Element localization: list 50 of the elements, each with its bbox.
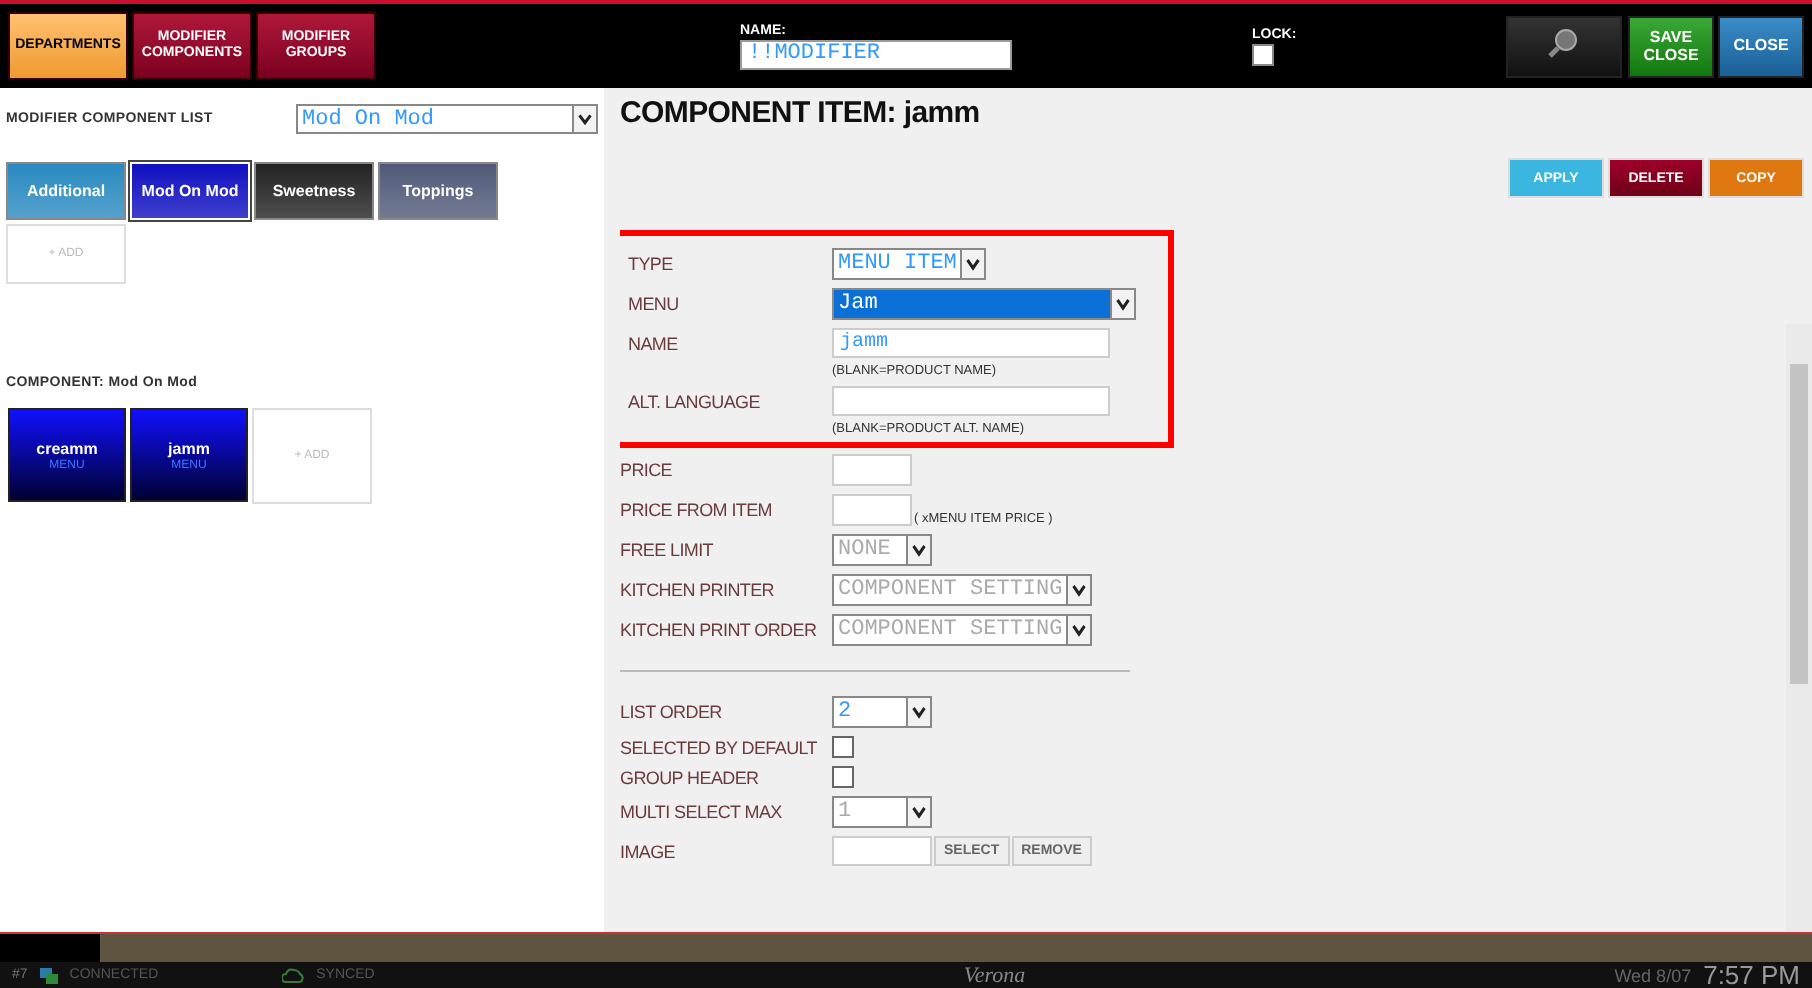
cloud-icon <box>282 967 305 983</box>
group-button[interactable]: Mod On Mod <box>130 162 250 220</box>
save-close-button[interactable]: SAVE CLOSE <box>1628 15 1714 77</box>
field-label: KITCHEN PRINTER <box>620 580 777 600</box>
checkbox[interactable] <box>832 766 854 788</box>
field-label: FREE LIMIT <box>620 540 716 560</box>
caret-icon <box>906 536 930 564</box>
close-button[interactable]: CLOSE <box>1718 15 1804 77</box>
search-button[interactable] <box>1506 15 1622 77</box>
price-field[interactable] <box>832 494 912 526</box>
group-button[interactable]: Toppings <box>378 162 498 220</box>
field-label: IMAGE <box>620 841 678 861</box>
dropdown[interactable]: MENU ITEM <box>832 248 987 280</box>
field-label: PRICE FROM ITEM <box>620 500 774 520</box>
checkbox[interactable] <box>832 736 854 758</box>
field-label: NAME <box>628 333 680 353</box>
field-label: PRICE <box>620 460 675 480</box>
caret-icon <box>960 250 985 278</box>
clock-time: 7:57 PM <box>1703 960 1801 988</box>
field-label: MENU <box>628 294 681 314</box>
date-text: Wed 8/07 <box>1614 965 1692 985</box>
caret-icon <box>906 698 930 726</box>
field-label: SELECTED BY DEFAULT <box>620 737 819 757</box>
dropdown[interactable]: Jam <box>832 288 1136 320</box>
group-button[interactable]: Sweetness <box>254 162 374 220</box>
field-label: LIST ORDER <box>620 702 724 722</box>
group-button[interactable]: Additional <box>6 162 126 220</box>
name-field[interactable]: !!MODIFIER <box>740 39 1012 69</box>
price-field[interactable] <box>832 454 912 486</box>
lock-checkbox[interactable] <box>1252 43 1274 65</box>
caret-icon <box>1066 576 1091 604</box>
item-title: COMPONENT ITEM: jamm <box>620 96 982 130</box>
field-label: TYPE <box>628 254 675 274</box>
network-icon <box>39 966 58 984</box>
caret-icon <box>572 106 596 132</box>
scrollbar[interactable] <box>1786 324 1812 932</box>
caret-icon <box>1110 290 1134 318</box>
field-label: KITCHEN PRINT ORDER <box>620 620 819 640</box>
dropdown[interactable]: 2 <box>832 696 932 728</box>
field-label: MULTI SELECT MAX <box>620 802 784 822</box>
image-field[interactable] <box>832 836 932 866</box>
field-label: GROUP HEADER <box>620 767 761 787</box>
caret-icon <box>906 798 930 826</box>
text-field[interactable] <box>832 386 1110 416</box>
field-label: ALT. LANGUAGE <box>628 391 762 411</box>
text-field[interactable]: jamm <box>832 328 1110 358</box>
component-list-dropdown[interactable]: Mod On Mod <box>296 104 598 134</box>
search-icon <box>1546 25 1582 62</box>
caret-icon <box>1066 616 1091 644</box>
venue-name: Verona <box>963 963 1026 987</box>
